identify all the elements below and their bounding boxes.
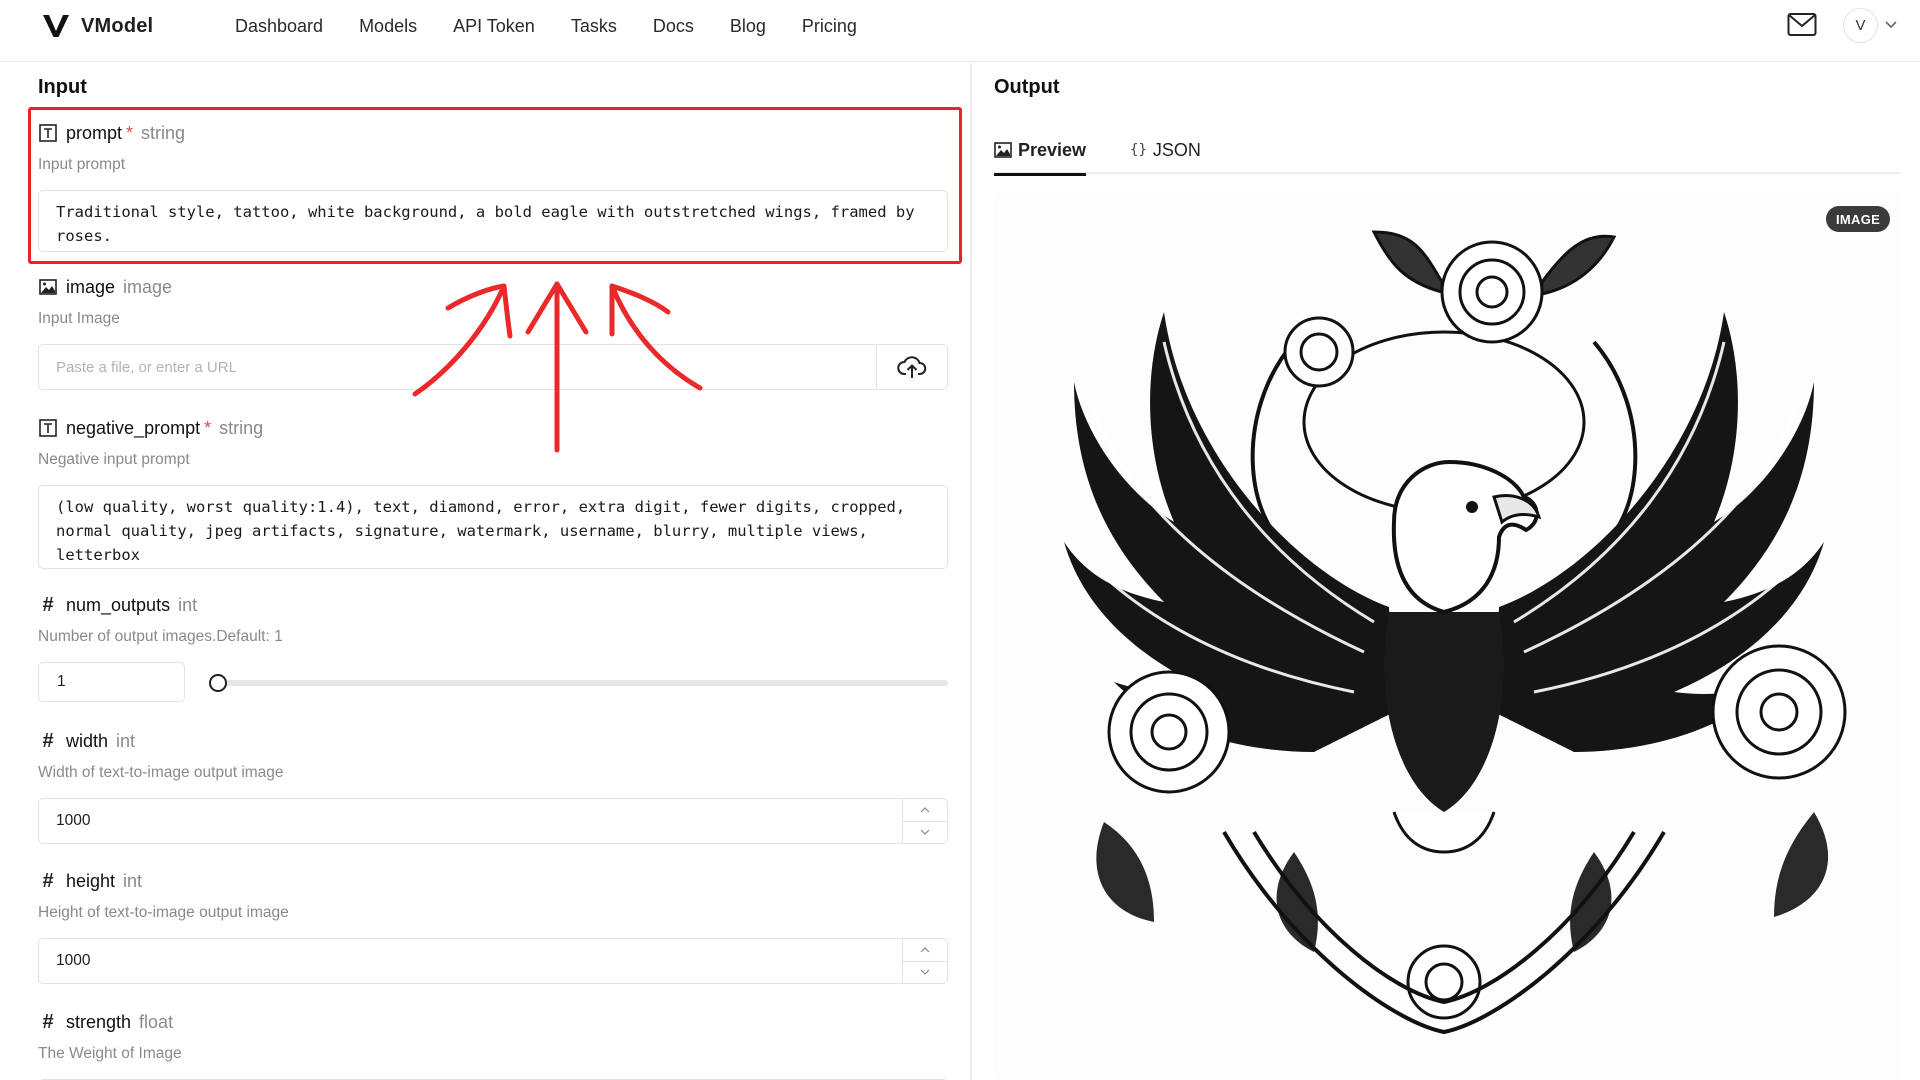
negative-prompt-textarea[interactable]: (low quality, worst quality:1.4), text, … (38, 485, 948, 569)
number-type-icon: # (42, 730, 54, 752)
prompt-field: prompt * string Input prompt Traditional… (38, 121, 948, 252)
width-field: # width int Width of text-to-image outpu… (38, 729, 948, 844)
input-section-title: Input (38, 76, 87, 98)
nav-models[interactable]: Models (359, 16, 417, 37)
field-description: The Weight of Image (38, 1045, 182, 1062)
prompt-textarea[interactable]: Traditional style, tattoo, white backgro… (38, 190, 948, 252)
avatar-letter: V (1855, 17, 1866, 34)
field-description: Width of text-to-image output image (38, 764, 284, 781)
column-divider (970, 63, 972, 1080)
number-type-icon: # (42, 594, 54, 616)
field-name: num_outputs (66, 594, 171, 615)
nav-tasks[interactable]: Tasks (571, 16, 617, 37)
field-name: height (66, 870, 116, 891)
chevron-down-icon (920, 829, 930, 836)
decrement-button[interactable] (903, 962, 947, 984)
field-description: Number of output images.Default: 1 (38, 628, 283, 645)
height-field: # height int Height of text-to-image out… (38, 869, 948, 984)
required-marker: * (204, 417, 212, 438)
mail-icon[interactable] (1787, 12, 1817, 38)
width-input[interactable]: 1000 (38, 798, 902, 844)
output-image-preview[interactable] (994, 192, 1900, 1080)
image-type-badge: IMAGE (1826, 206, 1891, 232)
height-input[interactable]: 1000 (38, 938, 902, 984)
eagle-tattoo-image (1064, 230, 1847, 1035)
vmodel-logo-icon (43, 15, 69, 37)
field-type: int (123, 870, 143, 891)
field-description: Height of text-to-image output image (38, 904, 289, 921)
tab-preview[interactable]: Preview (994, 126, 1087, 176)
field-name: negative_prompt (66, 417, 201, 438)
number-type-icon: # (42, 870, 54, 892)
tab-label: JSON (1152, 139, 1201, 160)
right-arrow-head (609, 283, 671, 337)
output-tabs: Preview {} JSON (994, 126, 1900, 176)
height-stepper (902, 938, 948, 984)
field-name: width (66, 730, 109, 751)
slider-track (216, 680, 948, 686)
decrement-button[interactable] (903, 822, 947, 844)
strength-field: # strength float The Weight of Image (38, 1010, 948, 1080)
output-section-title: Output (994, 76, 1060, 98)
tab-json[interactable]: {} JSON (1130, 126, 1201, 174)
nav-blog[interactable]: Blog (730, 16, 766, 37)
chevron-up-icon (920, 806, 930, 813)
num-outputs-input[interactable]: 1 (38, 662, 185, 702)
braces-icon: {} (1130, 142, 1147, 158)
brand-name: VModel (81, 14, 154, 37)
text-type-icon (38, 418, 58, 438)
field-name: strength (66, 1011, 132, 1032)
brand-logo[interactable]: VModel (42, 12, 153, 40)
increment-button[interactable] (903, 939, 947, 962)
annotation-arrows (412, 281, 703, 453)
nav-api-token[interactable]: API Token (453, 16, 535, 37)
image-type-icon (38, 277, 58, 297)
image-icon (994, 142, 1012, 158)
field-type: int (116, 730, 136, 751)
number-type-icon: # (42, 1011, 54, 1033)
tab-label: Preview (1018, 139, 1087, 160)
field-description: Input prompt (38, 156, 126, 173)
nav-pricing[interactable]: Pricing (802, 16, 857, 37)
nav-docs[interactable]: Docs (653, 16, 694, 37)
text-type-icon (38, 123, 58, 143)
increment-button[interactable] (903, 799, 947, 822)
chevron-down-icon (920, 969, 930, 976)
field-type: image (123, 276, 173, 297)
required-marker: * (126, 122, 134, 143)
nav-dashboard[interactable]: Dashboard (235, 16, 323, 37)
width-stepper (902, 798, 948, 844)
field-name: prompt (66, 122, 123, 143)
field-type: int (178, 594, 198, 615)
top-nav-bar: VModel Dashboard Models API Token Tasks … (0, 0, 1920, 62)
field-type: string (141, 122, 186, 143)
num-outputs-slider[interactable] (208, 672, 948, 692)
main-nav: Dashboard Models API Token Tasks Docs Bl… (235, 0, 893, 52)
field-type: string (219, 417, 264, 438)
field-name: image (66, 276, 116, 297)
slider-thumb[interactable] (208, 674, 227, 692)
right-arrow (609, 283, 703, 391)
field-type: float (139, 1011, 174, 1032)
num-outputs-field: # num_outputs int Number of output image… (38, 593, 948, 702)
chevron-down-icon[interactable] (1884, 20, 1898, 30)
chevron-up-icon (920, 946, 930, 953)
user-avatar[interactable]: V (1843, 8, 1878, 43)
cloud-upload-icon (897, 356, 927, 378)
upload-button[interactable] (876, 344, 948, 390)
